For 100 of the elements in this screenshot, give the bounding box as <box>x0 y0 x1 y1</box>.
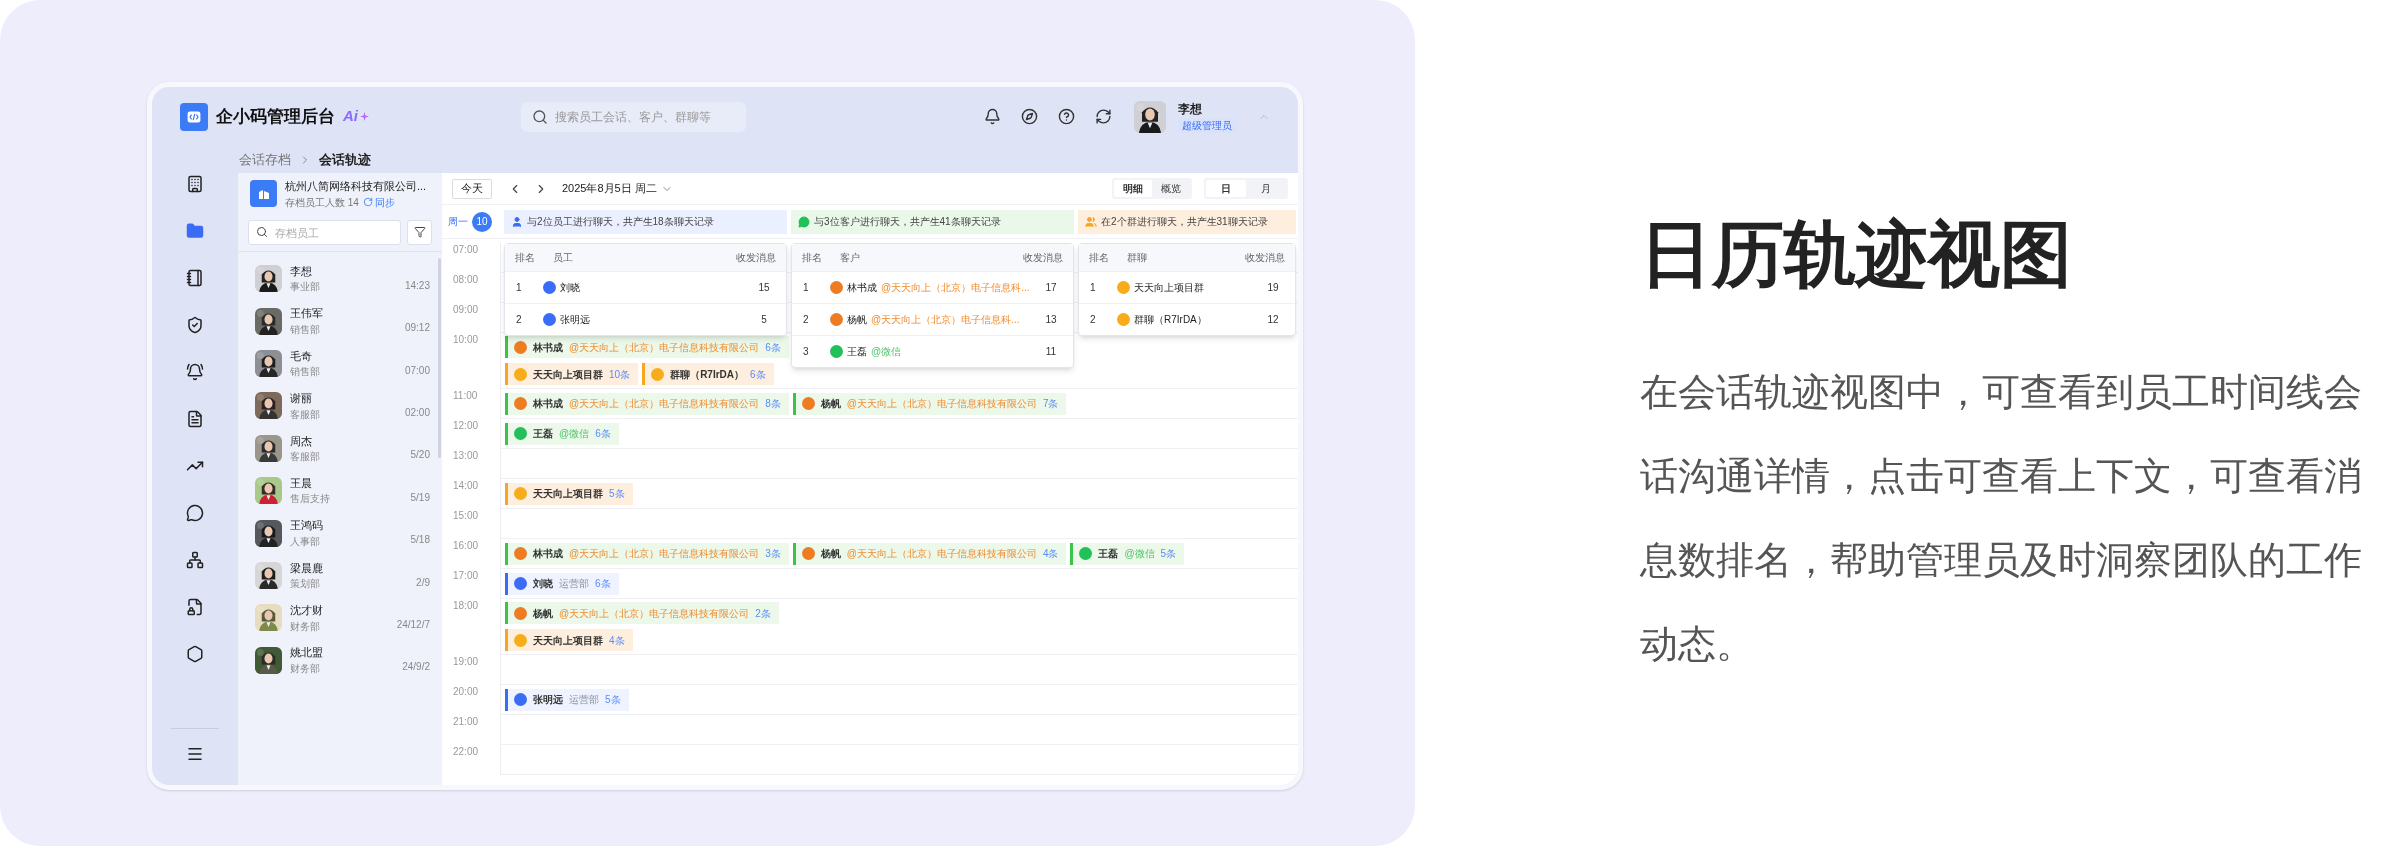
event-source: 运营部 <box>559 577 589 591</box>
department: 销售部 <box>290 365 321 380</box>
event-source: @微信 <box>559 427 590 441</box>
contact-name: 杨帆 <box>847 313 867 327</box>
hour-label: 20:00 <box>452 685 480 699</box>
employee-name: 毛奇 <box>290 348 313 364</box>
hour-label: 22:00 <box>452 745 480 759</box>
summary-text: 在2个群进行聊天，共产生31聊天记录 <box>1101 215 1268 229</box>
message-count: 10条 <box>609 367 631 382</box>
department: 客服部 <box>290 450 321 464</box>
column-header: 收发消息 <box>1023 251 1063 265</box>
employee-name: 谢丽 <box>290 391 313 407</box>
contact-source: @天天向上（北京）电子信息科... <box>871 313 1020 327</box>
last-time: 14:23 <box>404 278 430 293</box>
event-source: @天天向上（北京）电子信息科技有限公司 <box>846 547 1037 561</box>
rank: 2 <box>515 313 523 327</box>
message-count: 4条 <box>609 633 625 648</box>
message-count: 6条 <box>595 427 611 441</box>
event-name: 林书成 <box>533 547 563 561</box>
column-header: 排名 <box>802 251 823 265</box>
event-name: 天天向上项目群 <box>533 487 603 501</box>
event-name: 天天向上项目群 <box>533 367 603 382</box>
message-count: 17 <box>1044 281 1058 295</box>
employee-name: 王伟军 <box>290 306 324 322</box>
last-time: 2/9 <box>416 575 430 590</box>
last-time: 5/20 <box>410 448 430 463</box>
feature-title: 日历轨迹视图 <box>1640 218 2073 290</box>
event-source: @微信 <box>1124 547 1155 561</box>
message-count: 6条 <box>765 340 781 355</box>
message-count: 12 <box>1266 313 1280 327</box>
department: 人事部 <box>290 534 321 549</box>
column-header: 群聊 <box>1127 251 1148 265</box>
message-count: 5条 <box>609 487 625 501</box>
event-source: @天天向上（北京）电子信息科技有限公司 <box>846 397 1037 411</box>
hour-label: 10:00 <box>452 333 480 347</box>
rank: 3 <box>802 345 810 359</box>
message-count: 7条 <box>1042 397 1059 411</box>
event-name: 群聊（R7IrDA） <box>670 367 745 382</box>
message-count: 19 <box>1266 281 1280 295</box>
rank: 2 <box>802 313 810 327</box>
contact-name: 天天向上项目群 <box>1134 281 1204 295</box>
app-title: 企小码管理后台 <box>216 105 335 128</box>
hour-label: 19:00 <box>452 655 480 669</box>
employee-name: 沈才财 <box>290 603 324 619</box>
message-count: 15 <box>757 281 771 295</box>
message-count: 6条 <box>750 367 766 382</box>
event-source: @天天向上（北京）电子信息科技有限公司 <box>569 340 760 355</box>
contact-name: 张明远 <box>560 313 590 327</box>
event-source: 运营部 <box>569 693 599 707</box>
rank: 2 <box>1089 313 1097 327</box>
day-number: 10 <box>472 211 492 232</box>
last-time: 5/18 <box>410 533 430 548</box>
last-time: 02:00 <box>404 406 430 421</box>
employee-name: 梁晨鹿 <box>290 560 324 576</box>
hour-label: 09:00 <box>452 303 480 317</box>
column-header: 员工 <box>553 251 574 265</box>
event-name: 王磊 <box>1098 547 1119 561</box>
hour-label: 07:00 <box>452 243 480 257</box>
hour-label: 18:00 <box>452 599 480 613</box>
event-name: 刘晓 <box>533 577 553 591</box>
column-header: 客户 <box>840 251 861 265</box>
last-time: 24/12/7 <box>396 618 430 632</box>
event-name: 杨帆 <box>820 547 841 561</box>
message-count: 3条 <box>765 547 781 561</box>
rank: 1 <box>802 281 810 295</box>
employee-name: 姚北盟 <box>290 645 324 661</box>
message-count: 4条 <box>1042 547 1059 561</box>
company-name: 杭州八简网络科技有限公司... <box>285 179 427 194</box>
department: 事业部 <box>290 280 321 295</box>
column-header: 收发消息 <box>1245 251 1285 265</box>
event-source: @天天向上（北京）电子信息科技有限公司 <box>569 397 760 411</box>
department: 售后支持 <box>290 492 331 507</box>
weekday: 周一 <box>448 215 468 229</box>
employee-name: 王晨 <box>290 475 313 491</box>
department: 策划部 <box>290 577 321 592</box>
summary-text: 与3位客户进行聊天，共产生41条聊天记录 <box>814 215 1001 229</box>
hour-label: 16:00 <box>452 539 480 553</box>
event-name: 天天向上项目群 <box>533 633 603 648</box>
contact-name: 群聊（R7IrDA） <box>1134 313 1207 327</box>
event-source: @天天向上（北京）电子信息科技有限公司 <box>559 606 750 621</box>
last-time: 09:12 <box>404 321 430 336</box>
feature-description: 在会话轨迹视图中，可查看到员工时间线会话沟通详情，点击可查看上下文，可查看消息数排名，帮助管理员及时洞察团队的工作动态。 <box>1640 370 2363 667</box>
message-count: 5 <box>760 313 768 327</box>
last-time: 07:00 <box>404 363 430 378</box>
rank: 1 <box>1089 281 1097 295</box>
rank: 1 <box>515 281 523 295</box>
summary-text: 与2位员工进行聊天，共产生18条聊天记录 <box>527 215 714 229</box>
hour-label: 12:00 <box>452 419 480 433</box>
employee-count: 存档员工人数 14 <box>285 195 359 210</box>
contact-name: 王磊 <box>847 345 867 359</box>
event-name: 林书成 <box>533 340 563 355</box>
message-count: 11 <box>1044 345 1058 359</box>
last-time: 24/9/2 <box>402 660 430 675</box>
column-header: 排名 <box>1089 251 1110 265</box>
hour-label: 17:00 <box>452 569 480 583</box>
employee-name: 李想 <box>290 263 313 279</box>
department: 销售部 <box>290 322 321 337</box>
department: 客服部 <box>290 407 321 422</box>
employee-name: 周杰 <box>290 433 313 449</box>
event-name: 林书成 <box>533 397 563 411</box>
